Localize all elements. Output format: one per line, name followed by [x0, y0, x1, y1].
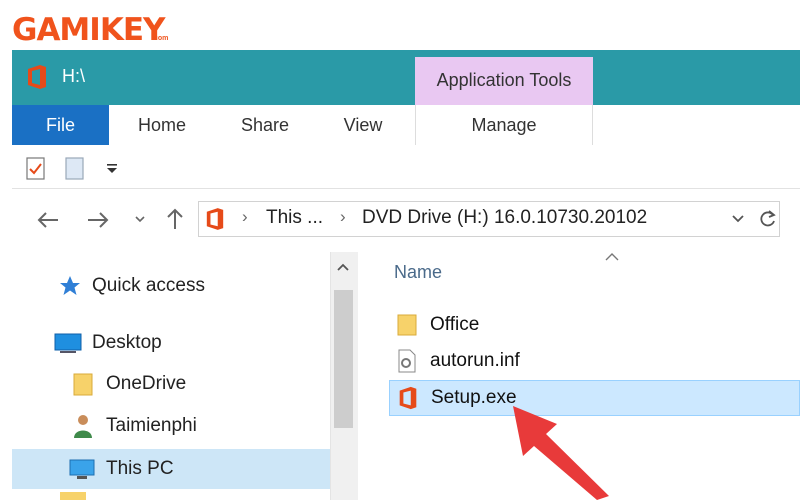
- tab-share[interactable]: Share: [226, 105, 304, 145]
- folder-icon: [73, 373, 93, 396]
- folder-icon: [60, 492, 86, 500]
- refresh-icon[interactable]: [758, 208, 778, 230]
- file-name: Setup.exe: [431, 387, 517, 408]
- sidebar-item-this-pc[interactable]: This PC: [12, 449, 330, 489]
- tab-home[interactable]: Home: [122, 105, 202, 145]
- sidebar-item-label: Quick access: [92, 275, 205, 296]
- breadcrumb-separator-icon: ›: [340, 207, 346, 226]
- breadcrumb-this-pc[interactable]: This ...: [266, 207, 323, 229]
- context-group-label: Application Tools: [436, 70, 572, 90]
- tab-manage[interactable]: Manage: [415, 105, 593, 145]
- scrollbar-thumb[interactable]: [334, 290, 353, 428]
- watermark-suffix: .com: [152, 35, 169, 42]
- star-pin-icon: [60, 276, 80, 295]
- quick-access-toolbar: [12, 146, 800, 189]
- sort-ascending-icon: [605, 253, 619, 261]
- office-icon: [28, 65, 46, 89]
- file-row-office[interactable]: Office: [389, 308, 800, 342]
- office-icon: [206, 208, 224, 230]
- user-icon: [74, 415, 92, 438]
- customize-toolbar-icon[interactable]: [106, 163, 118, 175]
- sidebar-item-label: This PC: [106, 458, 174, 479]
- desktop-icon: [54, 333, 82, 353]
- up-icon[interactable]: [164, 207, 186, 231]
- sidebar-item-taimienphi[interactable]: Taimienphi: [12, 408, 330, 444]
- file-name: Office: [430, 314, 480, 335]
- scroll-up-icon[interactable]: [336, 262, 350, 272]
- tab-view[interactable]: View: [328, 105, 398, 145]
- sidebar-item-desktop[interactable]: Desktop: [12, 325, 330, 361]
- sidebar-item-label: Desktop: [92, 332, 162, 353]
- window-title: H:\: [62, 66, 86, 86]
- file-name: autorun.inf: [430, 350, 520, 371]
- sidebar-item-label: OneDrive: [106, 373, 187, 394]
- recent-locations-icon[interactable]: [134, 214, 146, 224]
- back-icon[interactable]: [36, 210, 60, 230]
- forward-icon[interactable]: [86, 210, 110, 230]
- tab-file[interactable]: File: [12, 105, 109, 145]
- sidebar-item-onedrive[interactable]: OneDrive: [12, 366, 330, 402]
- file-row-autorun[interactable]: autorun.inf: [389, 344, 800, 378]
- properties-icon[interactable]: [25, 155, 47, 181]
- watermark-brand: GAMIKEY: [12, 12, 165, 48]
- annotation-arrow: [513, 406, 609, 500]
- new-folder-icon[interactable]: [64, 155, 86, 181]
- folder-icon: [397, 314, 417, 336]
- office-icon: [399, 386, 417, 410]
- breadcrumb-dvd-drive[interactable]: DVD Drive (H:) 16.0.10730.20102: [362, 207, 647, 229]
- column-header-name[interactable]: Name: [394, 262, 442, 283]
- title-bar: [12, 50, 800, 105]
- sidebar-item-label: Taimienphi: [106, 415, 197, 436]
- address-dropdown-icon[interactable]: [731, 213, 745, 225]
- sidebar-item-quick-access[interactable]: Quick access: [12, 268, 330, 304]
- settings-file-icon: [398, 349, 416, 373]
- breadcrumb-separator-icon: ›: [242, 207, 248, 226]
- computer-icon: [69, 459, 95, 479]
